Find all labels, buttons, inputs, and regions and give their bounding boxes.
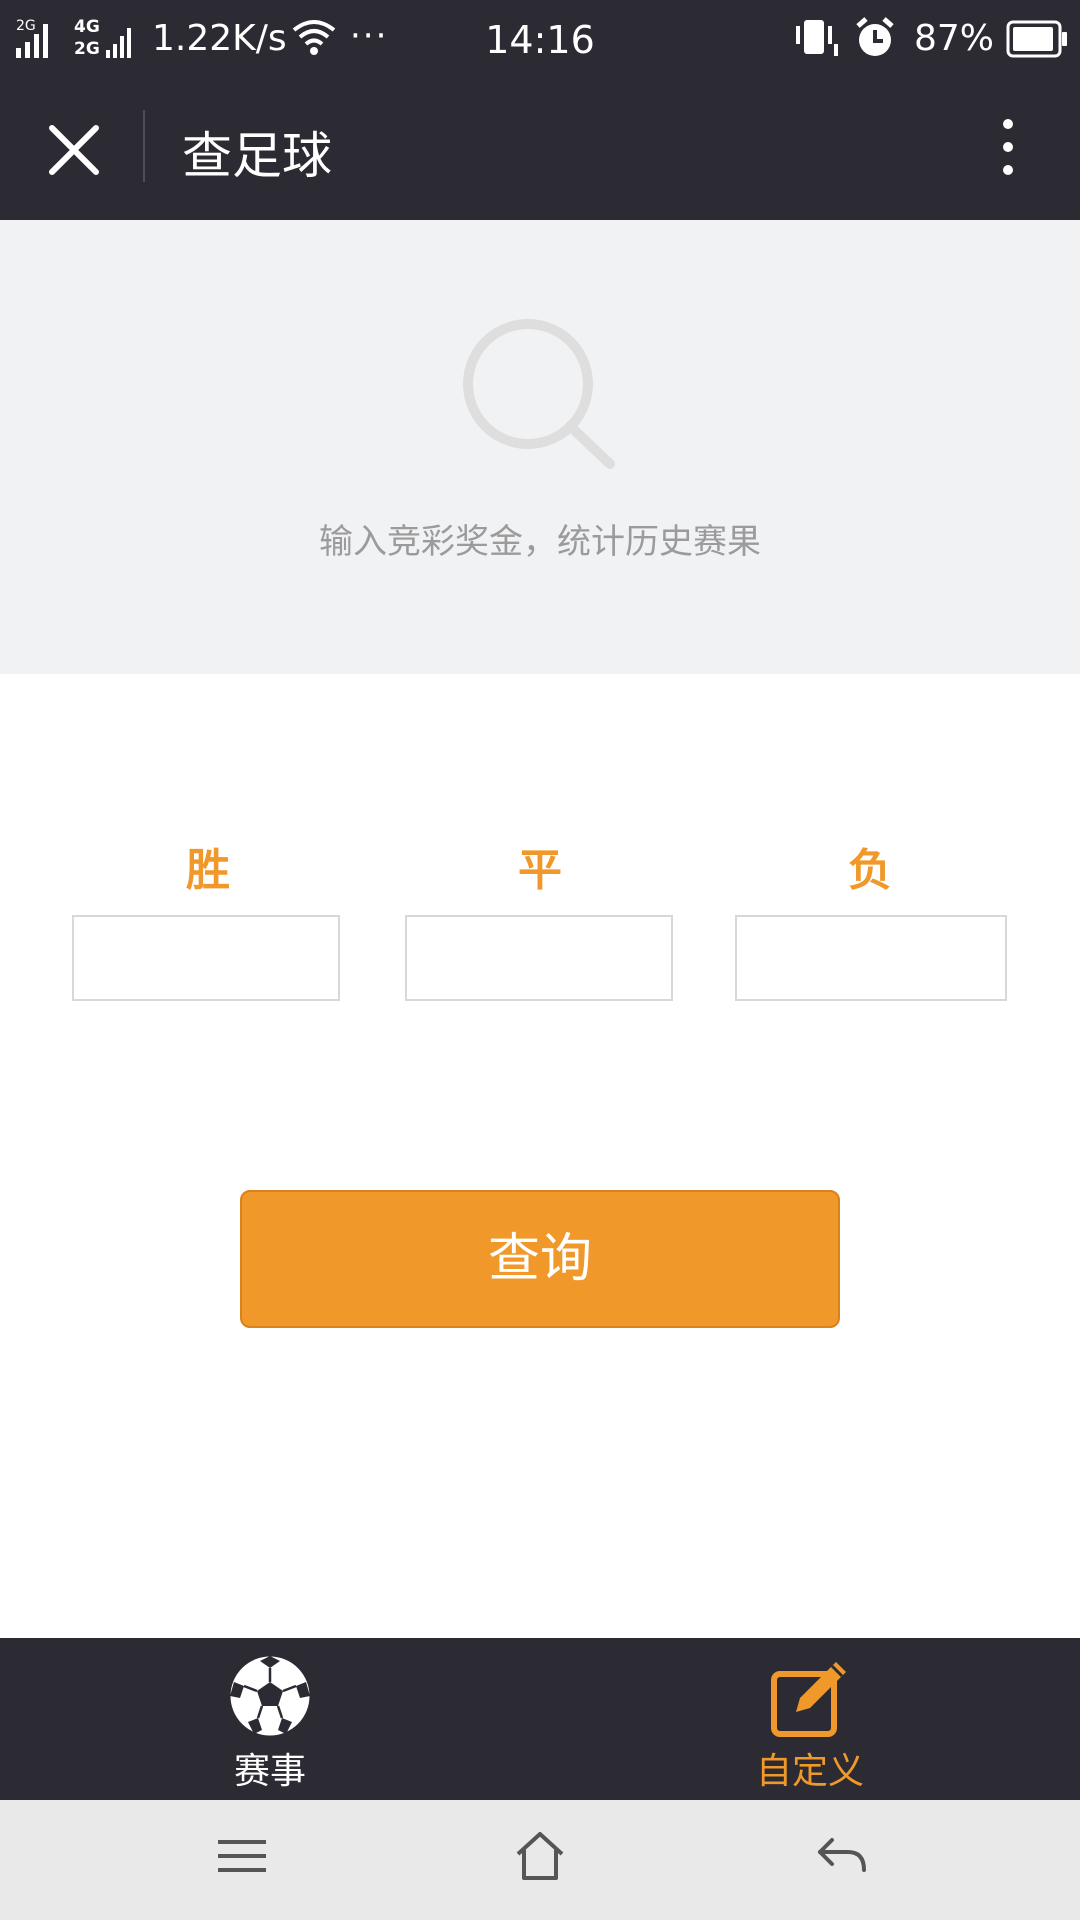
tab-custom[interactable]: 自定义	[540, 1638, 1080, 1800]
search-hint: 输入竞彩奖金，统计历史赛果	[319, 522, 761, 562]
home-icon[interactable]	[514, 1830, 566, 1886]
back-icon[interactable]	[816, 1830, 868, 1886]
vibrate-icon	[792, 16, 838, 64]
page-title: 查足球	[182, 127, 332, 185]
title-divider	[143, 110, 145, 182]
win-odds-input[interactable]	[72, 915, 340, 1001]
query-button[interactable]: 查询	[240, 1190, 840, 1328]
soccer-ball-icon	[226, 1652, 314, 1744]
tab-bar: 赛事 自定义	[0, 1638, 1080, 1800]
lose-label: 负	[848, 845, 892, 896]
battery-icon	[1006, 20, 1068, 62]
search-hero: 输入竞彩奖金，统计历史赛果	[0, 220, 1080, 674]
menu-icon[interactable]	[216, 1830, 268, 1886]
draw-odds-input[interactable]	[405, 915, 673, 1001]
lose-odds-input[interactable]	[735, 915, 1007, 1001]
title-bar: 查足球	[0, 80, 1080, 220]
battery-percent: 87%	[914, 18, 995, 59]
search-icon	[458, 314, 618, 478]
tab-events-label: 赛事	[233, 1751, 306, 1792]
system-nav-bar	[0, 1800, 1080, 1920]
draw-label: 平	[518, 845, 562, 896]
edit-icon	[766, 1652, 854, 1744]
more-vertical-icon[interactable]	[992, 114, 1024, 184]
tab-events[interactable]: 赛事	[0, 1638, 540, 1800]
status-bar: 2G 4G 2G 1.22K/s ··· 14:16 87%	[0, 0, 1080, 80]
close-icon[interactable]	[44, 120, 104, 180]
tab-custom-label: 自定义	[755, 1751, 864, 1792]
win-label: 胜	[186, 845, 230, 896]
alarm-icon	[854, 16, 896, 64]
